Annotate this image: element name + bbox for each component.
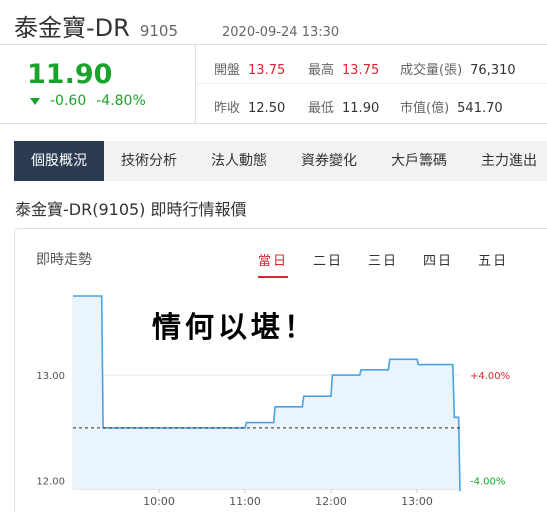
- y-tick-label: 12.00: [36, 477, 65, 488]
- intraday-price-chart: 13.00 12.00 +4.00% -4.00% 10:00 11:00 12:00 13:…: [36, 295, 510, 508]
- x-tick-label: 13:00: [401, 495, 433, 508]
- x-tick-label: 12:00: [315, 495, 347, 508]
- pct-tick-label: -4.00%: [470, 477, 505, 488]
- y-tick-label: 13.00: [36, 371, 65, 382]
- pct-tick-label: +4.00%: [470, 371, 510, 382]
- x-tick-label: 10:00: [143, 495, 175, 508]
- overlay-caption: 情何以堪！: [152, 310, 318, 344]
- x-tick-label: 11:00: [229, 495, 261, 508]
